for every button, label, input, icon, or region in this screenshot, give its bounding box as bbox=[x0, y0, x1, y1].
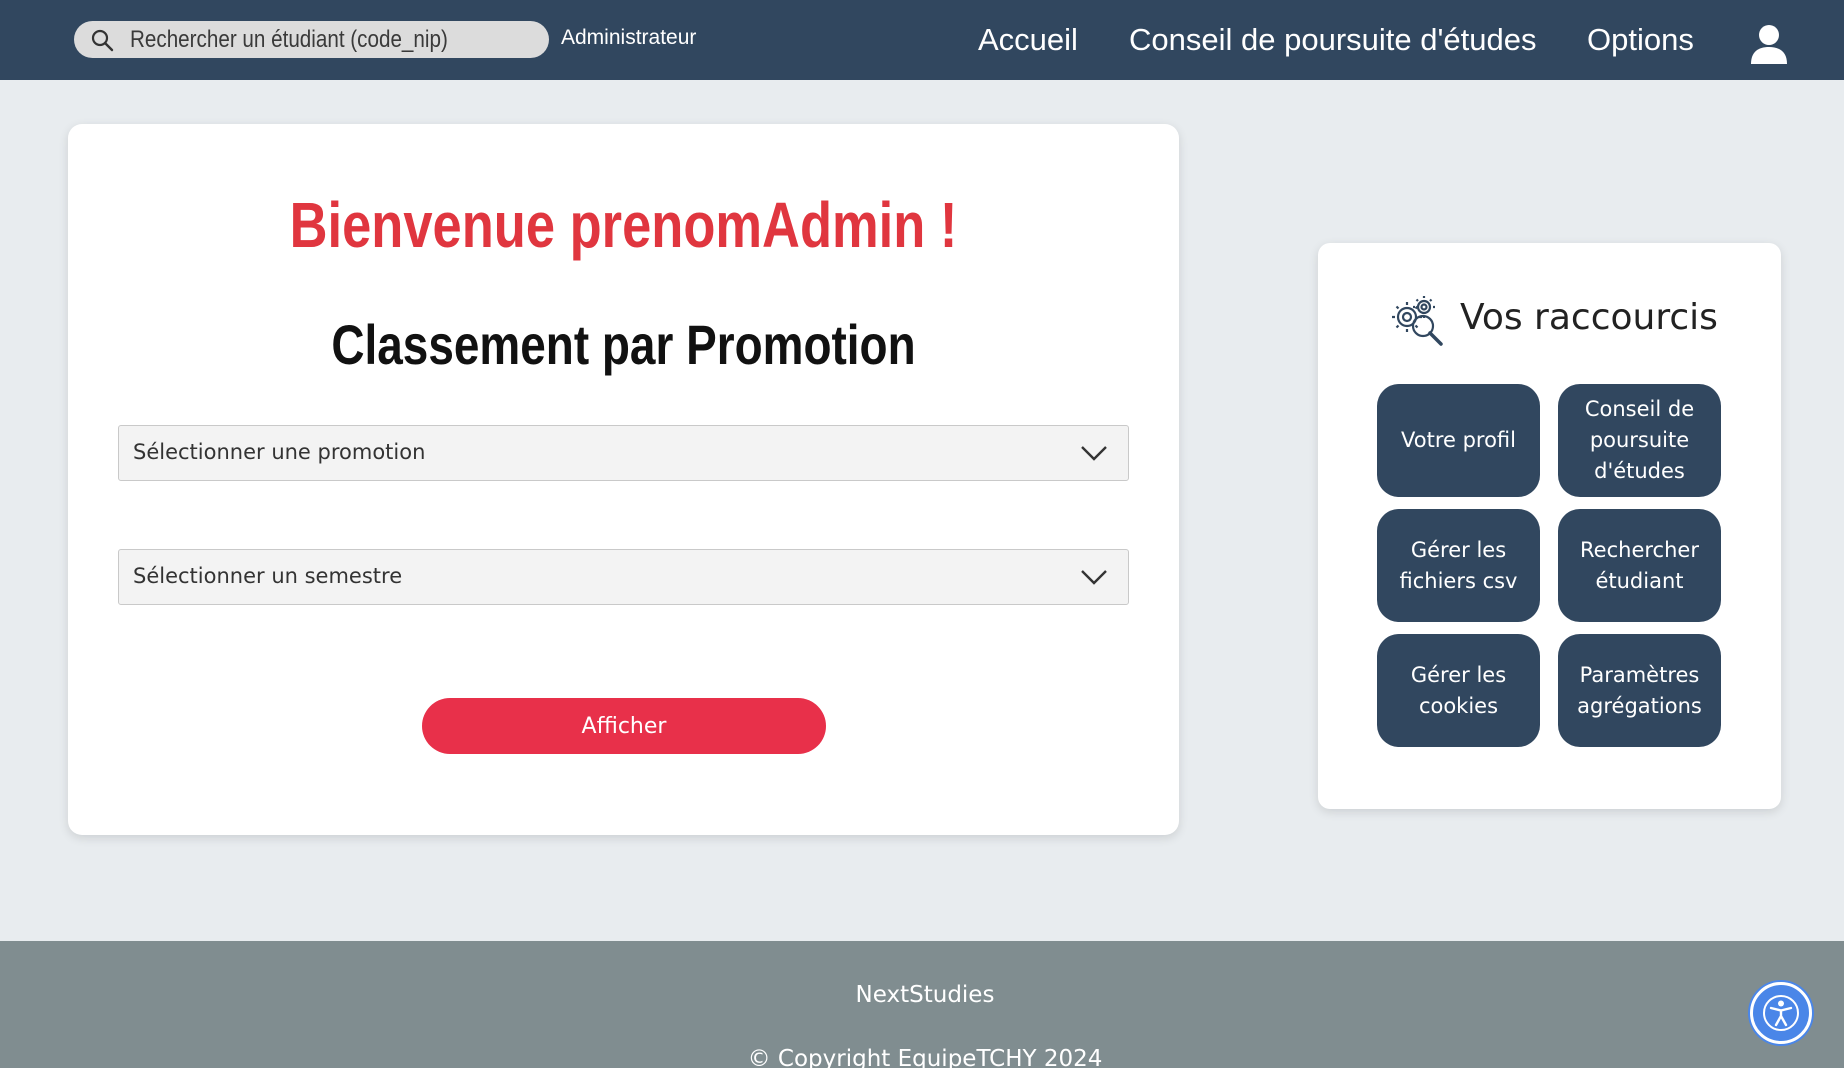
page: Administrateur Accueil Conseil de poursu… bbox=[0, 0, 1844, 1068]
footer-brand: NextStudies bbox=[855, 982, 995, 1008]
promotion-select-value: Sélectionner une promotion bbox=[133, 440, 426, 464]
shortcuts-title: Vos raccourcis bbox=[1460, 297, 1718, 338]
accessibility-button[interactable] bbox=[1750, 982, 1812, 1044]
search-bar[interactable] bbox=[74, 21, 549, 58]
search-icon bbox=[91, 29, 114, 52]
top-navbar: Administrateur Accueil Conseil de poursu… bbox=[0, 0, 1844, 80]
show-button[interactable]: Afficher bbox=[422, 698, 826, 754]
promotion-select[interactable]: Sélectionner une promotion bbox=[118, 425, 1129, 481]
accessibility-icon bbox=[1763, 995, 1799, 1031]
shortcut-study-advice[interactable]: Conseil de poursuite d'études bbox=[1558, 384, 1721, 497]
shortcut-manage-csv[interactable]: Gérer les fichiers csv bbox=[1377, 509, 1540, 622]
shortcut-aggregation-settings[interactable]: Paramètres agrégations bbox=[1558, 634, 1721, 747]
shortcuts-card: Vos raccourcis Votre profil Conseil de p… bbox=[1318, 243, 1781, 809]
shortcut-search-student[interactable]: Rechercher étudiant bbox=[1558, 509, 1721, 622]
welcome-title: Bienvenue prenomAdmin ! bbox=[289, 189, 958, 261]
semester-select[interactable]: Sélectionner un semestre bbox=[118, 549, 1129, 605]
nav-link-options[interactable]: Options bbox=[1587, 22, 1694, 58]
shortcut-manage-cookies[interactable]: Gérer les cookies bbox=[1377, 634, 1540, 747]
nav-link-conseil[interactable]: Conseil de poursuite d'études bbox=[1129, 22, 1536, 58]
role-label: Administrateur bbox=[561, 26, 697, 49]
nav-link-accueil[interactable]: Accueil bbox=[978, 22, 1078, 58]
shortcut-profile[interactable]: Votre profil bbox=[1377, 384, 1540, 497]
ranking-card: Bienvenue prenomAdmin ! Classement par P… bbox=[68, 124, 1179, 835]
user-icon[interactable] bbox=[1750, 24, 1788, 64]
ranking-title: Classement par Promotion bbox=[331, 313, 916, 376]
semester-select-value: Sélectionner un semestre bbox=[133, 564, 403, 588]
footer: NextStudies © Copyright EquipeTCHY 2024 bbox=[0, 941, 1844, 1068]
search-input[interactable] bbox=[130, 21, 479, 58]
gears-search-icon bbox=[1392, 296, 1443, 346]
chevron-down-icon bbox=[1081, 570, 1107, 585]
chevron-down-icon bbox=[1081, 446, 1107, 461]
footer-copyright: © Copyright EquipeTCHY 2024 bbox=[747, 1046, 1103, 1068]
